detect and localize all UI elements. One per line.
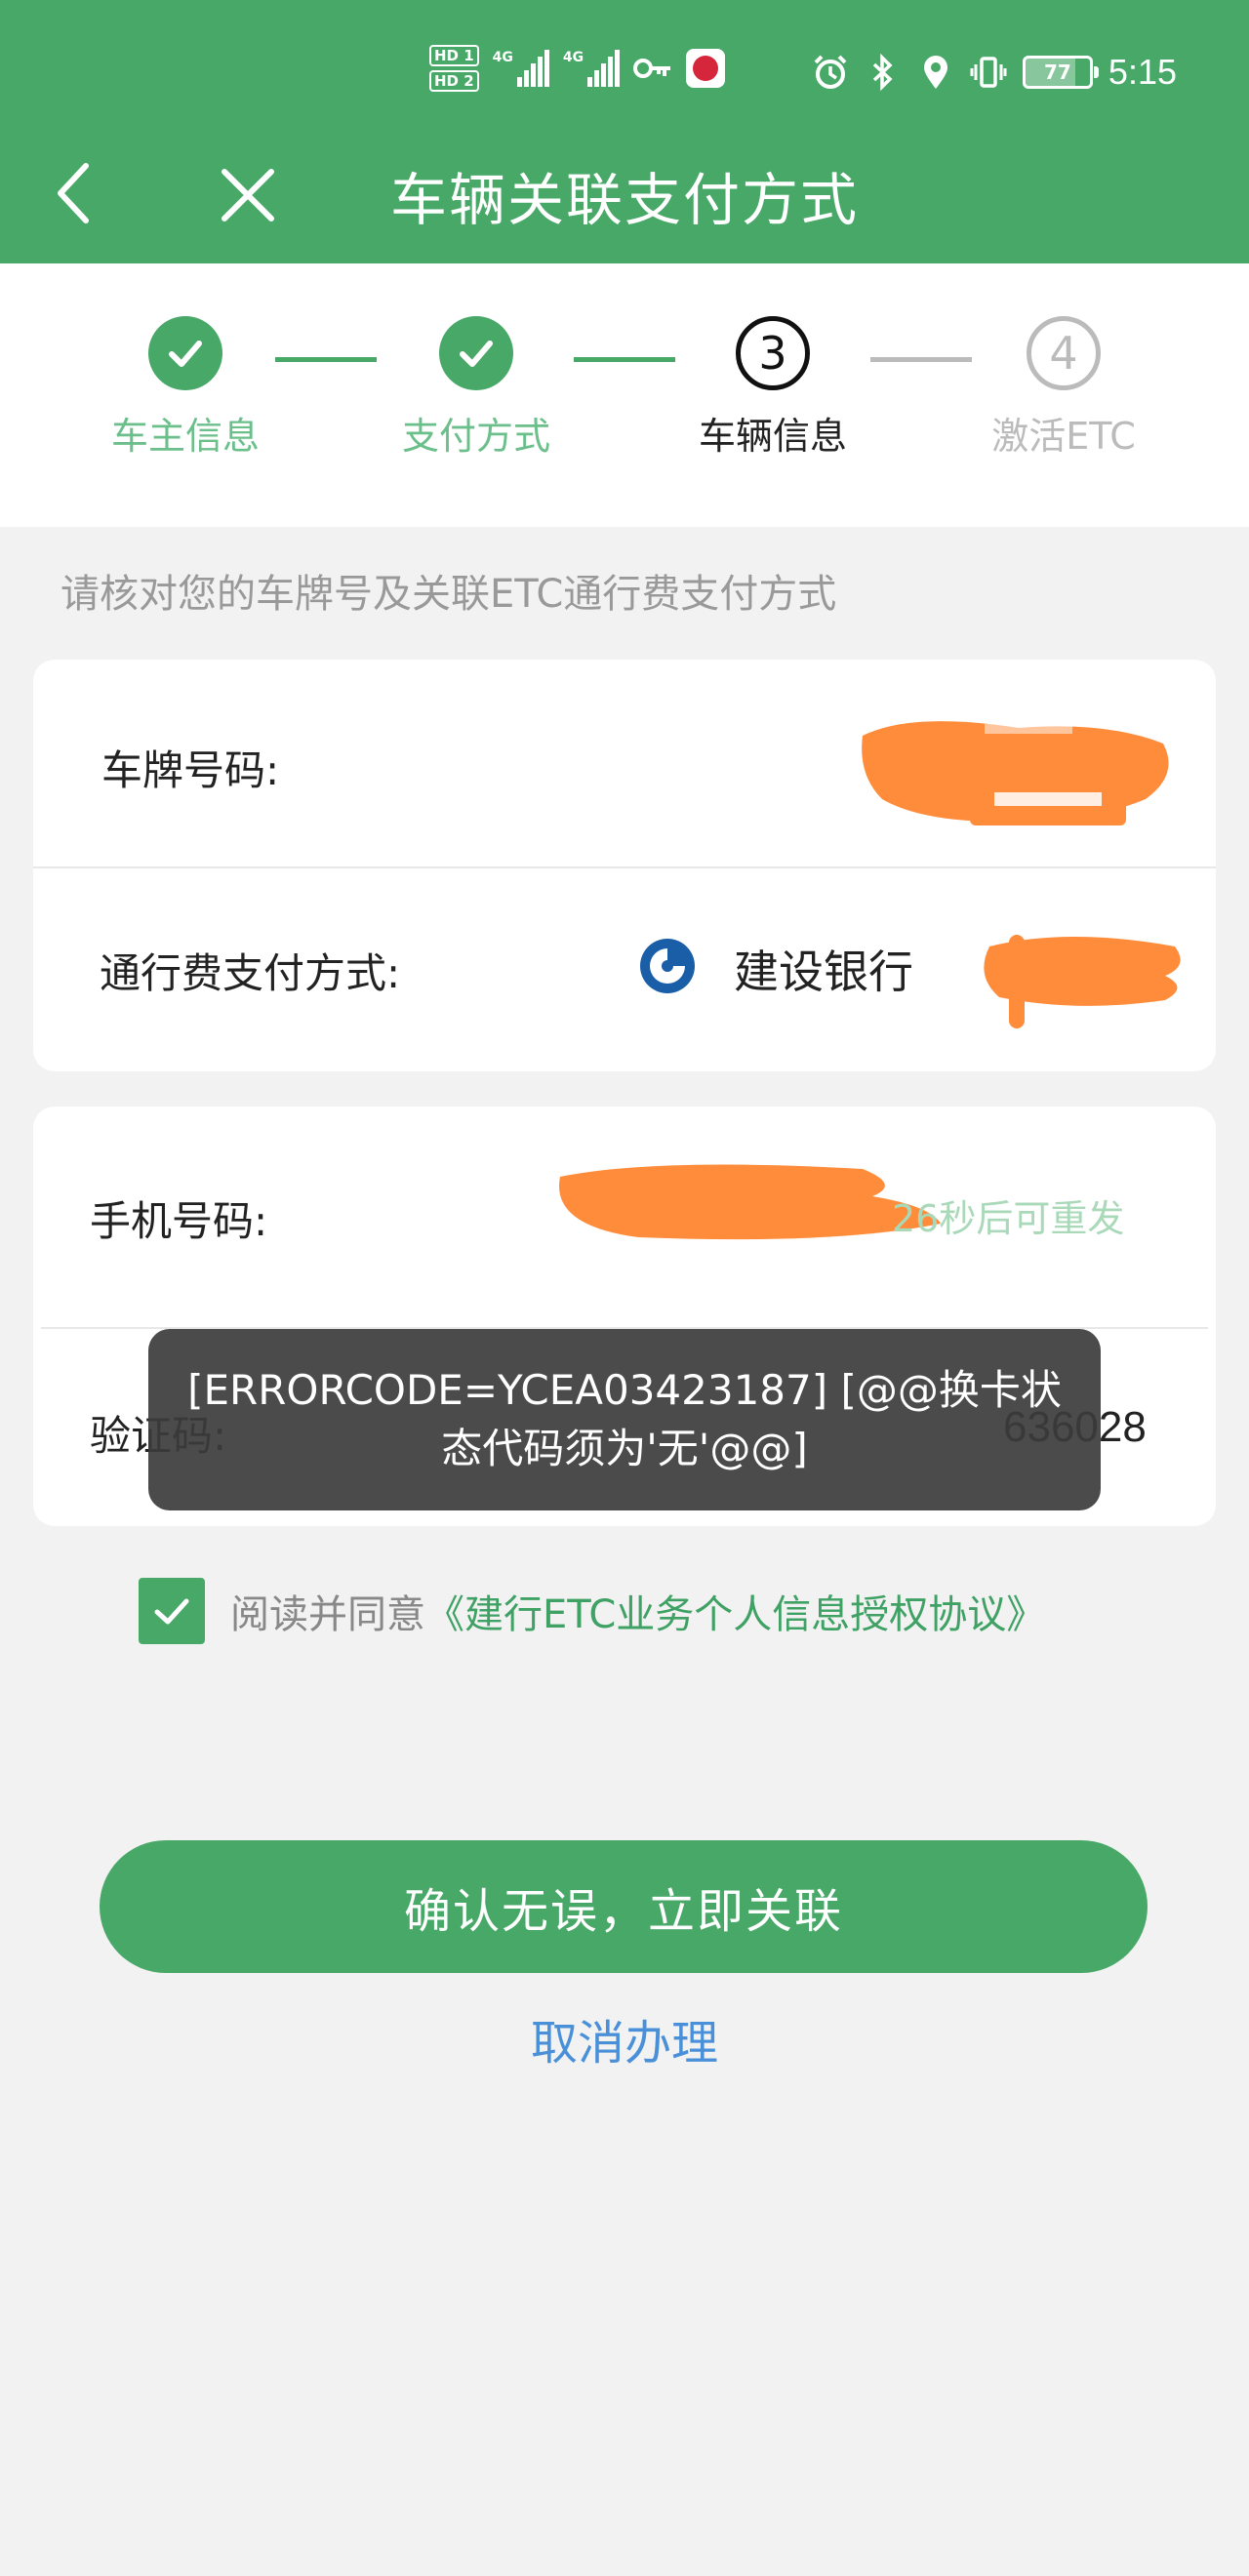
check-icon [154, 1598, 189, 1625]
bluetooth-icon [872, 54, 893, 91]
network-type-2: 4G [562, 50, 584, 65]
card-number-redaction [984, 935, 1181, 1028]
phone-label: 手机号码: [90, 1197, 268, 1245]
hd2-badge: HD 2 [429, 70, 479, 92]
step-number-4: 4 [1027, 316, 1101, 390]
agreement-checkbox[interactable] [139, 1578, 205, 1644]
vehicle-info-card: 车牌号码: 通行费支付方式: 建设银行 [33, 660, 1216, 1071]
app-header: HD 1 HD 2 4G 4G 77 5:15 车辆关联支付方式 [0, 0, 1249, 263]
alarm-icon [814, 55, 847, 89]
status-left-icons: HD 1 HD 2 4G 4G [429, 39, 726, 98]
plate-row: 车牌号码: [33, 660, 1216, 866]
error-toast: [ERRORCODE=YCEA03423187] [@@换卡状态代码须为'无'@… [148, 1329, 1101, 1510]
key-icon [633, 59, 671, 78]
status-bar: HD 1 HD 2 4G 4G 77 5:15 [0, 0, 1249, 146]
hd1-badge: HD 1 [429, 45, 479, 66]
step-label: 激活ETC [991, 415, 1136, 458]
check-icon [148, 316, 222, 390]
check-icon [439, 316, 513, 390]
verify-hint: 请核对您的车牌号及关联ETC通行费支付方式 [60, 572, 837, 617]
agreement-row: 阅读并同意 《建行ETC业务个人信息授权协议》 [139, 1577, 1045, 1645]
error-toast-message: [ERRORCODE=YCEA03423187] [@@换卡状态代码须为'无'@… [187, 1366, 1062, 1472]
signal-sim1-icon: 4G [493, 50, 549, 87]
step-label: 支付方式 [401, 415, 550, 458]
status-time: 5:15 [1108, 52, 1177, 92]
step-connector [574, 357, 675, 362]
step-owner-info: 车主信息 [78, 316, 293, 460]
signal-sim2-icon: 4G [562, 50, 621, 87]
step-vehicle-info: 3 车辆信息 [665, 316, 880, 460]
progress-stepper: 车主信息 支付方式 3 车辆信息 4 激活ETC [0, 263, 1249, 527]
bank-app-notification-icon [686, 49, 726, 88]
location-icon [923, 56, 947, 89]
step-activate-etc: 4 激活ETC [956, 316, 1171, 460]
step-payment-method: 支付方式 [369, 316, 584, 460]
agreement-prefix: 阅读并同意 [230, 1592, 425, 1637]
payment-row: 通行费支付方式: 建设银行 [33, 868, 1216, 1071]
title-bar: 车辆关联支付方式 [0, 146, 1249, 263]
page-title: 车辆关联支付方式 [389, 167, 859, 233]
agreement-link[interactable]: 《建行ETC业务个人信息授权协议》 [425, 1583, 1045, 1639]
vibrate-icon [970, 57, 1007, 88]
ccb-bank-logo-icon [640, 939, 695, 993]
plate-redaction [862, 721, 1169, 825]
step-label: 车辆信息 [698, 415, 847, 458]
cancel-button[interactable]: 取消办理 [0, 2004, 1249, 2073]
confirm-link-button[interactable]: 确认无误，立即关联 [100, 1840, 1148, 1973]
bank-name: 建设银行 [734, 946, 913, 998]
step-number-3: 3 [736, 316, 810, 390]
status-right-icons: 77 5:15 [812, 43, 1177, 101]
phone-row: 手机号码: 26秒后可重发 [33, 1107, 1216, 1327]
network-type-1: 4G [492, 50, 513, 65]
step-label: 车主信息 [110, 415, 260, 458]
resend-countdown: 26秒后可重发 [892, 1197, 1125, 1240]
plate-label: 车牌号码: [101, 746, 280, 794]
hd-indicators: HD 1 HD 2 [429, 45, 479, 92]
payment-label: 通行费支付方式: [100, 949, 401, 997]
battery-icon: 77 [1022, 56, 1099, 89]
